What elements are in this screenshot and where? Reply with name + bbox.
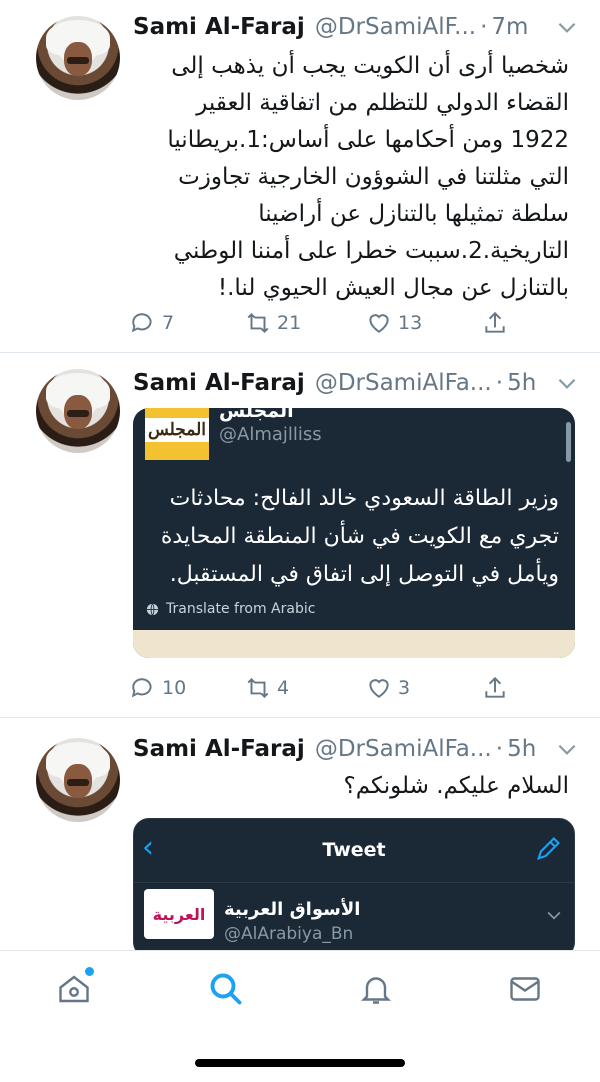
retweet-count: 21 (277, 312, 302, 334)
card-map-preview (133, 630, 575, 658)
tab-home[interactable] (56, 967, 94, 1007)
retweet-icon (247, 312, 269, 334)
separator-dot: · (480, 14, 488, 40)
share-button[interactable] (482, 670, 514, 706)
tweet-header: Sami Al-Faraj @DrSamiAlFa... · 5h (133, 732, 580, 766)
reply-count: 10 (162, 677, 187, 699)
like-count: 3 (398, 677, 411, 699)
notifications-icon (361, 977, 391, 1004)
chevron-down-icon (547, 911, 561, 920)
like-count: 13 (398, 312, 423, 334)
retweet-icon (247, 677, 269, 699)
author-handle[interactable]: @DrSamiAlFa... (315, 736, 492, 762)
home-indicator[interactable] (195, 1059, 405, 1067)
separator-dot: · (495, 736, 504, 762)
tab-notifications[interactable] (358, 971, 394, 1007)
separator-dot: · (495, 370, 504, 396)
avatar[interactable] (36, 738, 120, 822)
translate-link[interactable]: Translate from Arabic (145, 601, 315, 617)
share-icon (485, 311, 505, 333)
reply-count: 7 (162, 312, 175, 334)
avatar[interactable] (36, 369, 120, 453)
like-button[interactable]: 13 (366, 305, 422, 341)
chevron-down-icon[interactable] (554, 14, 580, 40)
card-nav-title: Tweet (322, 839, 386, 861)
tweet-actions: 10 4 3 (130, 670, 530, 706)
compose-icon (537, 837, 560, 860)
avatar[interactable] (36, 16, 120, 100)
tweet-time: 7m (491, 14, 529, 40)
tab-search[interactable] (208, 971, 244, 1007)
card-header: المجلس المجلس @Almajlliss (133, 408, 575, 472)
tweet-actions: 7 21 13 (130, 305, 530, 341)
heart-icon (369, 314, 389, 333)
tweet-header: Sami Al-Faraj @DrSamiAlFa... · 5h (133, 366, 580, 400)
globe-icon (146, 603, 159, 615)
unread-dot (85, 967, 94, 976)
tweet-time: 5h (507, 370, 537, 396)
retweet-button[interactable]: 4 (245, 670, 289, 706)
card-account-name: المجلس (219, 408, 294, 422)
like-button[interactable]: 3 (366, 670, 410, 706)
tweet-header: Sami Al-Faraj @DrSamiAlF... · 7m (133, 10, 580, 44)
translate-label: Translate from Arabic (166, 601, 316, 617)
card-text: وزير الطاقة السعودي خالد الفالح: محادثات… (160, 486, 559, 587)
tweet-1[interactable]: Sami Al-Faraj @DrSamiAlF... · 7m شخصيا أ… (0, 0, 600, 353)
card-logo: المجلس (145, 408, 210, 460)
reply-button[interactable]: 7 (130, 305, 174, 341)
embedded-screenshot-card[interactable]: ‹ Tweet العربية الأسواق العربية @AlArabi… (133, 818, 575, 950)
search-icon (210, 973, 242, 1005)
author-name[interactable]: Sami Al-Faraj (133, 14, 305, 40)
share-button[interactable] (482, 305, 514, 341)
author-name[interactable]: Sami Al-Faraj (133, 370, 305, 396)
card-nav-bar: ‹ Tweet (134, 819, 574, 883)
tweet-time: 5h (507, 736, 537, 762)
retweet-button[interactable]: 21 (245, 305, 301, 341)
author-name[interactable]: Sami Al-Faraj (133, 736, 305, 762)
retweet-count: 4 (277, 677, 290, 699)
embedded-image-card[interactable]: المجلس المجلس @Almajlliss وزير الطاقة ال… (133, 408, 575, 658)
card-logo: العربية (144, 889, 214, 939)
author-handle[interactable]: @DrSamiAlF... (315, 14, 476, 40)
tweet-text: السلام عليكم. شلونكم؟ (343, 773, 570, 799)
share-icon (485, 676, 505, 698)
tweet-text: شخصيا أرى أن الكويت يجب أن يذهب إلى القض… (167, 53, 569, 301)
reply-button[interactable]: 10 (130, 670, 186, 706)
home-icon (59, 975, 89, 1003)
bottom-tab-bar (0, 950, 600, 1082)
heart-icon (369, 679, 389, 698)
messages-icon (510, 977, 540, 1001)
reply-icon (131, 313, 152, 333)
author-handle[interactable]: @DrSamiAlFa... (315, 370, 492, 396)
chevron-down-icon[interactable] (554, 370, 580, 396)
scrollbar (566, 422, 571, 462)
card-account-handle: @AlArabiya_Bn (224, 924, 354, 944)
tab-messages[interactable] (507, 971, 543, 1007)
tweet-3[interactable]: Sami Al-Faraj @DrSamiAlFa... · 5h السلام… (0, 718, 600, 950)
reply-icon (131, 678, 152, 698)
tweet-2[interactable]: Sami Al-Faraj @DrSamiAlFa... · 5h المجلس… (0, 353, 600, 718)
card-account-handle: @Almajlliss (219, 424, 322, 445)
chevron-down-icon[interactable] (554, 736, 580, 762)
card-account-name: الأسواق العربية (224, 899, 361, 920)
